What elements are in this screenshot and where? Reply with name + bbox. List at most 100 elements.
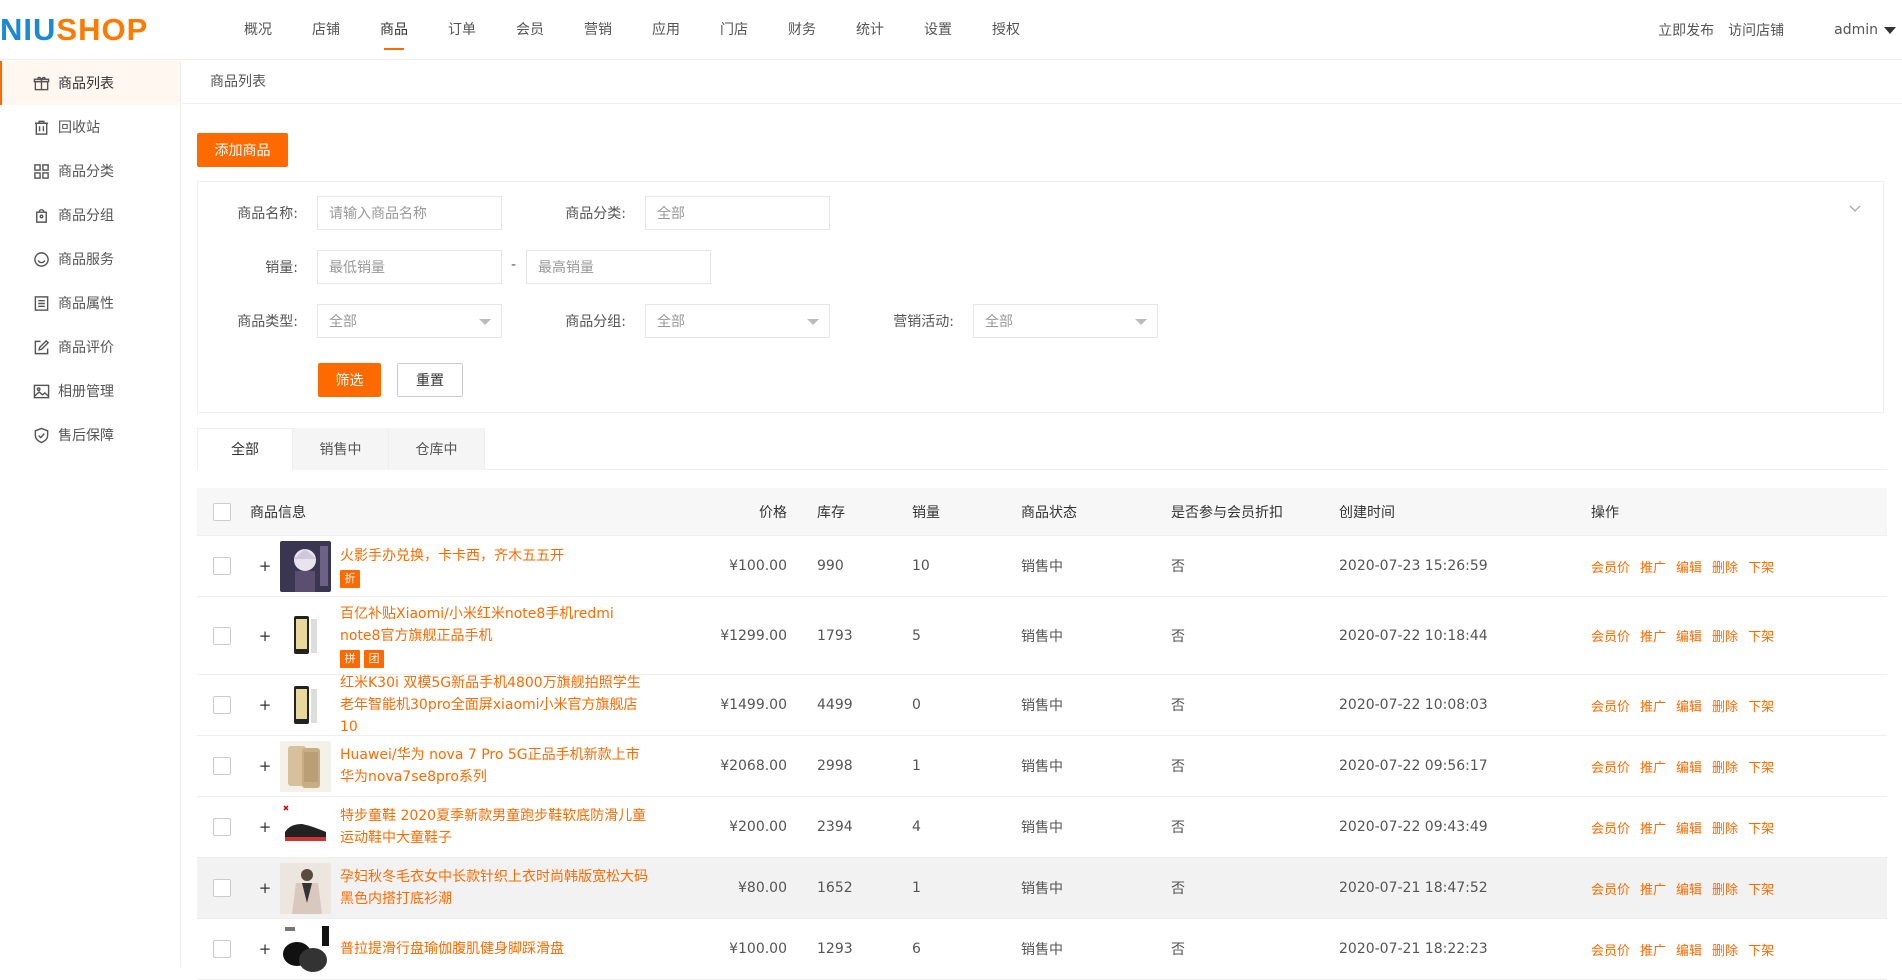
row-op-3[interactable]: 删除 [1712, 626, 1738, 645]
table-row[interactable]: + 百亿补贴Xiaomi/小米红米note8手机redmi note8官方旗舰正品… [197, 597, 1887, 675]
logo[interactable]: NIU SHOP [0, 10, 148, 50]
row-op-1[interactable]: 推广 [1640, 818, 1666, 837]
row-op-2[interactable]: 编辑 [1676, 626, 1702, 645]
row-op-0[interactable]: 会员价 [1591, 818, 1630, 837]
row-op-3[interactable]: 删除 [1712, 879, 1738, 898]
row-op-0[interactable]: 会员价 [1591, 757, 1630, 776]
chevron-down-icon[interactable] [1849, 202, 1861, 214]
nav-item-2[interactable]: 商品 [360, 0, 428, 60]
user-menu[interactable]: admin [1834, 22, 1896, 38]
row-op-3[interactable]: 删除 [1712, 940, 1738, 959]
row-checkbox[interactable] [213, 879, 231, 897]
nav-item-1[interactable]: 店铺 [292, 0, 360, 60]
product-name[interactable]: 红米K30i 双模5G新品手机4800万旗舰拍照学生老年智能机30pro全面屏x… [340, 672, 650, 738]
row-op-4[interactable]: 下架 [1748, 557, 1774, 576]
row-op-3[interactable]: 删除 [1712, 557, 1738, 576]
row-op-4[interactable]: 下架 [1748, 757, 1774, 776]
product-name[interactable]: Huawei/华为 nova 7 Pro 5G正品手机新款上市华为nova7se… [340, 744, 650, 788]
publish-link[interactable]: 立即发布 [1658, 20, 1714, 40]
row-op-3[interactable]: 删除 [1712, 696, 1738, 715]
row-op-0[interactable]: 会员价 [1591, 940, 1630, 959]
sidebar-item-1[interactable]: 回收站 [0, 105, 180, 149]
row-op-0[interactable]: 会员价 [1591, 626, 1630, 645]
nav-item-10[interactable]: 设置 [904, 0, 972, 60]
row-op-1[interactable]: 推广 [1640, 757, 1666, 776]
expand-icon[interactable]: + [250, 627, 280, 645]
product-name[interactable]: 普拉提滑行盘瑜伽腹肌健身脚踩滑盘 [340, 938, 650, 960]
nav-item-3[interactable]: 订单 [428, 0, 496, 60]
row-op-4[interactable]: 下架 [1748, 696, 1774, 715]
product-name[interactable]: 特步童鞋 2020夏季新款男童跑步鞋软底防滑儿童运动鞋中大童鞋子 [340, 805, 650, 849]
product-name[interactable]: 百亿补贴Xiaomi/小米红米note8手机redmi note8官方旗舰正品手… [340, 603, 650, 647]
row-op-2[interactable]: 编辑 [1676, 757, 1702, 776]
row-checkbox[interactable] [213, 757, 231, 775]
nav-item-0[interactable]: 概况 [224, 0, 292, 60]
nav-item-9[interactable]: 统计 [836, 0, 904, 60]
category-select[interactable]: 全部 [645, 196, 830, 230]
expand-icon[interactable]: + [250, 818, 280, 836]
select-all-checkbox[interactable] [213, 502, 231, 521]
row-checkbox[interactable] [213, 818, 231, 836]
row-op-1[interactable]: 推广 [1640, 940, 1666, 959]
product-name[interactable]: 孕妇秋冬毛衣女中长款针织上衣时尚韩版宽松大码黑色内搭打底衫潮 [340, 866, 650, 910]
sidebar-item-8[interactable]: 售后保障 [0, 413, 180, 457]
nav-item-8[interactable]: 财务 [768, 0, 836, 60]
expand-icon[interactable]: + [250, 879, 280, 897]
expand-icon[interactable]: + [250, 757, 280, 775]
row-checkbox[interactable] [213, 696, 231, 714]
filter-button[interactable]: 筛选 [318, 363, 381, 397]
table-row[interactable]: + Huawei/华为 nova 7 Pro 5G正品手机新款上市华为nova7s… [197, 736, 1887, 797]
tab-0[interactable]: 全部 [197, 428, 293, 470]
row-op-0[interactable]: 会员价 [1591, 879, 1630, 898]
sidebar-item-6[interactable]: 商品评价 [0, 325, 180, 369]
group-select[interactable]: 全部 [645, 304, 830, 338]
expand-icon[interactable]: + [250, 557, 280, 575]
row-op-4[interactable]: 下架 [1748, 879, 1774, 898]
row-op-2[interactable]: 编辑 [1676, 940, 1702, 959]
row-checkbox[interactable] [213, 557, 231, 575]
sidebar-item-4[interactable]: 商品服务 [0, 237, 180, 281]
row-op-0[interactable]: 会员价 [1591, 557, 1630, 576]
row-op-1[interactable]: 推广 [1640, 557, 1666, 576]
row-op-1[interactable]: 推广 [1640, 879, 1666, 898]
table-row[interactable]: + 火影手办兑换，卡卡西，齐木五五开折 ¥100.00 990 10 销售中 否 2020-0… [197, 536, 1887, 597]
product-name[interactable]: 火影手办兑换，卡卡西，齐木五五开 [340, 545, 650, 567]
expand-icon[interactable]: + [250, 940, 280, 958]
promo-select[interactable]: 全部 [973, 304, 1158, 338]
add-product-button[interactable]: 添加商品 [197, 133, 288, 167]
nav-item-5[interactable]: 营销 [564, 0, 632, 60]
table-row[interactable]: + 孕妇秋冬毛衣女中长款针织上衣时尚韩版宽松大码黑色内搭打底衫潮 ¥80.00 165… [197, 858, 1887, 919]
table-row[interactable]: + 普拉提滑行盘瑜伽腹肌健身脚踩滑盘 ¥100.00 1293 6 销售中 否 2020-07… [197, 919, 1887, 980]
row-checkbox[interactable] [213, 626, 231, 645]
row-op-0[interactable]: 会员价 [1591, 696, 1630, 715]
nav-item-7[interactable]: 门店 [700, 0, 768, 60]
nav-item-4[interactable]: 会员 [496, 0, 564, 60]
row-op-4[interactable]: 下架 [1748, 940, 1774, 959]
row-op-2[interactable]: 编辑 [1676, 879, 1702, 898]
nav-item-6[interactable]: 应用 [632, 0, 700, 60]
sidebar-item-5[interactable]: 商品属性 [0, 281, 180, 325]
sidebar-item-2[interactable]: 商品分类 [0, 149, 180, 193]
row-op-2[interactable]: 编辑 [1676, 557, 1702, 576]
reset-button[interactable]: 重置 [397, 363, 463, 397]
sidebar-item-0[interactable]: 商品列表 [0, 61, 180, 105]
product-name-input[interactable]: 请输入商品名称 [317, 196, 502, 230]
row-op-4[interactable]: 下架 [1748, 818, 1774, 837]
row-op-1[interactable]: 推广 [1640, 696, 1666, 715]
row-op-4[interactable]: 下架 [1748, 626, 1774, 645]
row-op-3[interactable]: 删除 [1712, 757, 1738, 776]
row-op-3[interactable]: 删除 [1712, 818, 1738, 837]
table-row[interactable]: + 红米K30i 双模5G新品手机4800万旗舰拍照学生老年智能机30pro全面屏… [197, 675, 1887, 736]
visit-shop-link[interactable]: 访问店铺 [1728, 20, 1784, 40]
max-sales-input[interactable]: 最高销量 [526, 250, 711, 284]
sidebar-item-3[interactable]: 商品分组 [0, 193, 180, 237]
row-checkbox[interactable] [213, 940, 231, 958]
tab-1[interactable]: 销售中 [293, 428, 389, 470]
expand-icon[interactable]: + [250, 696, 280, 714]
row-op-2[interactable]: 编辑 [1676, 696, 1702, 715]
row-op-2[interactable]: 编辑 [1676, 818, 1702, 837]
sidebar-item-7[interactable]: 相册管理 [0, 369, 180, 413]
table-row[interactable]: + 特步童鞋 2020夏季新款男童跑步鞋软底防滑儿童运动鞋中大童鞋子 ¥200.00… [197, 797, 1887, 858]
nav-item-11[interactable]: 授权 [972, 0, 1040, 60]
min-sales-input[interactable]: 最低销量 [317, 250, 502, 284]
